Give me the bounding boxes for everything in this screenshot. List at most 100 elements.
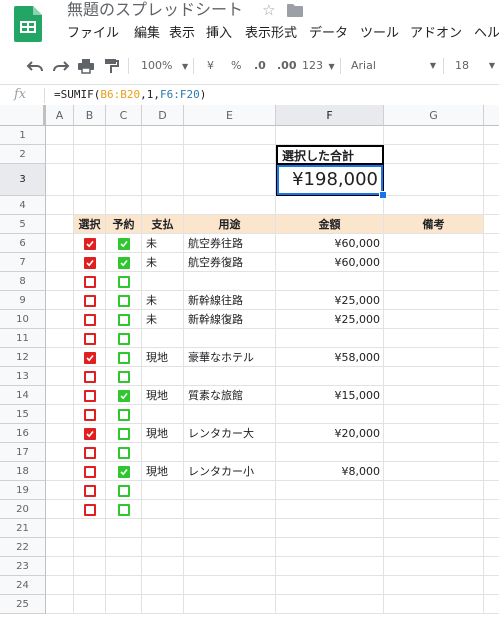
cell-a3[interactable] bbox=[46, 164, 74, 196]
cell-a7[interactable] bbox=[46, 253, 74, 272]
cell-d22[interactable] bbox=[142, 538, 184, 557]
cell-b23[interactable] bbox=[74, 557, 106, 576]
payment-cell-row-6[interactable]: 未 bbox=[142, 234, 184, 253]
cell-c23[interactable] bbox=[106, 557, 142, 576]
menu-tools[interactable]: ツール bbox=[360, 25, 399, 43]
payment-cell-row-16[interactable]: 現地 bbox=[142, 424, 184, 443]
row-header-16[interactable]: 16 bbox=[0, 424, 46, 443]
payment-cell-row-12[interactable]: 現地 bbox=[142, 348, 184, 367]
sheets-logo-icon[interactable] bbox=[14, 6, 42, 42]
cell-f22[interactable] bbox=[276, 538, 384, 557]
row-header-7[interactable]: 7 bbox=[0, 253, 46, 272]
menu-addons[interactable]: アドオン bbox=[410, 25, 462, 43]
cell-c25[interactable] bbox=[106, 595, 142, 614]
cell-f1[interactable] bbox=[276, 126, 384, 145]
reserve-checkbox-row-15[interactable] bbox=[118, 409, 130, 421]
cell-e22[interactable] bbox=[184, 538, 276, 557]
document-title[interactable]: 無題のスプレッドシート ☆ bbox=[67, 0, 303, 22]
row-header-17[interactable]: 17 bbox=[0, 443, 46, 462]
formula-input[interactable]: =SUMIF(B6:B20,1,F6:F20) bbox=[54, 85, 206, 105]
cell-b25[interactable] bbox=[74, 595, 106, 614]
select-checkbox-row-14[interactable] bbox=[84, 390, 96, 402]
cell-g25[interactable] bbox=[384, 595, 484, 614]
cell-d23[interactable] bbox=[142, 557, 184, 576]
cell-g20[interactable] bbox=[384, 500, 484, 519]
summary-total-value[interactable]: ¥198,000 bbox=[276, 164, 384, 196]
paint-format-icon[interactable] bbox=[103, 56, 119, 76]
document-title-text[interactable]: 無題のスプレッドシート bbox=[67, 0, 243, 19]
cell-g15[interactable] bbox=[384, 405, 484, 424]
purpose-cell-row-16[interactable]: レンタカー大 bbox=[184, 424, 276, 443]
more-formats-button[interactable]: 123 ▼ bbox=[302, 56, 335, 77]
row-header-22[interactable]: 22 bbox=[0, 538, 46, 557]
decrease-decimal-button[interactable]: .0 bbox=[254, 56, 266, 76]
cell-d21[interactable] bbox=[142, 519, 184, 538]
cell-a4[interactable] bbox=[46, 196, 74, 215]
table-header-note[interactable]: 備考 bbox=[384, 215, 484, 234]
payment-cell-row-18[interactable]: 現地 bbox=[142, 462, 184, 481]
cell-c24[interactable] bbox=[106, 576, 142, 595]
menu-format[interactable]: 表示形式 bbox=[245, 25, 297, 43]
cell-d1[interactable] bbox=[142, 126, 184, 145]
reserve-checkbox-row-12[interactable] bbox=[118, 352, 130, 364]
purpose-cell-row-13[interactable] bbox=[184, 367, 276, 386]
cell-f25[interactable] bbox=[276, 595, 384, 614]
cell-a2[interactable] bbox=[46, 145, 74, 164]
cell-a15[interactable] bbox=[46, 405, 74, 424]
row-header-20[interactable]: 20 bbox=[0, 500, 46, 519]
reserve-checkbox-row-13[interactable] bbox=[118, 371, 130, 383]
purpose-cell-row-11[interactable] bbox=[184, 329, 276, 348]
select-checkbox-row-17[interactable] bbox=[84, 447, 96, 459]
column-header-a[interactable]: A bbox=[46, 105, 74, 126]
purpose-cell-row-9[interactable]: 新幹線往路 bbox=[184, 291, 276, 310]
font-size-select[interactable]: 18 ▼ bbox=[455, 56, 495, 76]
payment-cell-row-15[interactable] bbox=[142, 405, 184, 424]
reserve-checkbox-row-9[interactable] bbox=[118, 295, 130, 307]
amount-cell-row-13[interactable] bbox=[276, 367, 384, 386]
row-header-24[interactable]: 24 bbox=[0, 576, 46, 595]
purpose-cell-row-19[interactable] bbox=[184, 481, 276, 500]
payment-cell-row-19[interactable] bbox=[142, 481, 184, 500]
reserve-checkbox-row-17[interactable] bbox=[118, 447, 130, 459]
cell-d3[interactable] bbox=[142, 164, 184, 196]
table-header-reserve[interactable]: 予約 bbox=[106, 215, 142, 234]
reserve-checkbox-row-20[interactable] bbox=[118, 504, 130, 516]
cell-c4[interactable] bbox=[106, 196, 142, 215]
cell-b21[interactable] bbox=[74, 519, 106, 538]
payment-cell-row-17[interactable] bbox=[142, 443, 184, 462]
column-header-g[interactable]: G bbox=[384, 105, 484, 126]
amount-cell-row-8[interactable] bbox=[276, 272, 384, 291]
cell-a5[interactable] bbox=[46, 215, 74, 234]
reserve-checkbox-row-18[interactable] bbox=[118, 466, 130, 478]
select-checkbox-row-13[interactable] bbox=[84, 371, 96, 383]
cell-d2[interactable] bbox=[142, 145, 184, 164]
select-checkbox-row-18[interactable] bbox=[84, 466, 96, 478]
reserve-checkbox-row-19[interactable] bbox=[118, 485, 130, 497]
row-header-14[interactable]: 14 bbox=[0, 386, 46, 405]
cell-a24[interactable] bbox=[46, 576, 74, 595]
purpose-cell-row-6[interactable]: 航空券往路 bbox=[184, 234, 276, 253]
row-header-2[interactable]: 2 bbox=[0, 145, 46, 164]
cell-b3[interactable] bbox=[74, 164, 106, 196]
row-header-10[interactable]: 10 bbox=[0, 310, 46, 329]
cell-a16[interactable] bbox=[46, 424, 74, 443]
cell-g7[interactable] bbox=[384, 253, 484, 272]
cell-e3[interactable] bbox=[184, 164, 276, 196]
payment-cell-row-11[interactable] bbox=[142, 329, 184, 348]
select-checkbox-row-10[interactable] bbox=[84, 314, 96, 326]
cell-g2[interactable] bbox=[384, 145, 484, 164]
cell-d4[interactable] bbox=[142, 196, 184, 215]
percent-format-button[interactable]: % bbox=[231, 56, 241, 76]
cell-b4[interactable] bbox=[74, 196, 106, 215]
cell-g3[interactable] bbox=[384, 164, 484, 196]
amount-cell-row-18[interactable]: ¥8,000 bbox=[276, 462, 384, 481]
cell-g16[interactable] bbox=[384, 424, 484, 443]
reserve-checkbox-row-16[interactable] bbox=[118, 428, 130, 440]
cell-g9[interactable] bbox=[384, 291, 484, 310]
select-checkbox-row-19[interactable] bbox=[84, 485, 96, 497]
cell-a11[interactable] bbox=[46, 329, 74, 348]
cell-a21[interactable] bbox=[46, 519, 74, 538]
cell-a25[interactable] bbox=[46, 595, 74, 614]
table-header-payment[interactable]: 支払 bbox=[142, 215, 184, 234]
table-header-amount[interactable]: 金額 bbox=[276, 215, 384, 234]
